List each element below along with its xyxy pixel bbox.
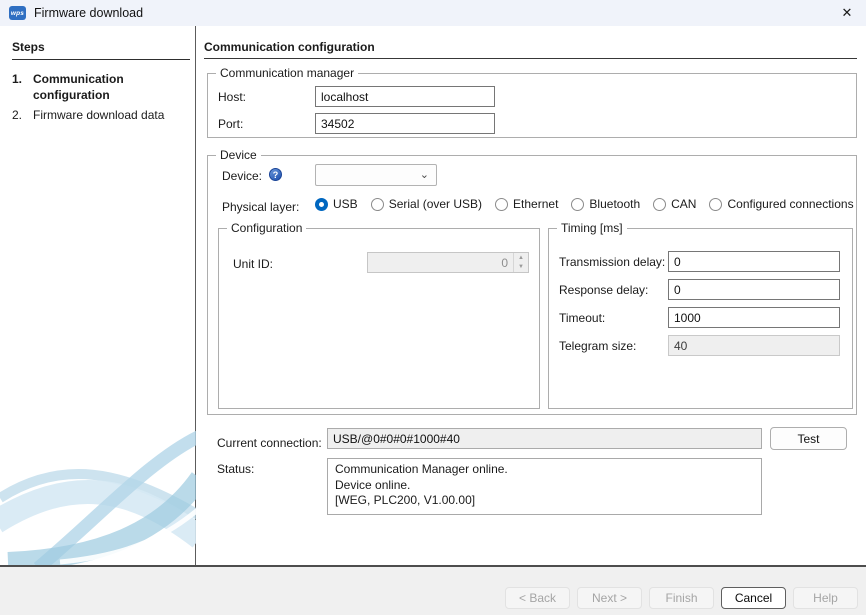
timeout-label: Timeout: — [559, 311, 606, 325]
steps-heading: Steps — [12, 40, 190, 60]
radio-ethernet[interactable]: Ethernet — [495, 197, 558, 211]
steps-list: 1. Communication configuration 2. Firmwa… — [12, 72, 184, 129]
wizard-button-bar: < Back Next > Finish Cancel Help — [0, 565, 866, 615]
radio-circle-icon — [571, 197, 585, 211]
dialog-body: Steps 1. Communication configuration 2. … — [0, 26, 866, 565]
step-number: 2. — [12, 108, 23, 122]
group-legend: Communication manager — [216, 66, 359, 80]
host-label: Host: — [218, 90, 247, 104]
radio-configured-connections[interactable]: Configured connections — [709, 197, 854, 211]
cancel-button[interactable]: Cancel — [721, 587, 786, 609]
finish-button: Finish — [649, 587, 714, 609]
radio-circle-icon — [315, 197, 328, 211]
radio-circle-icon — [495, 197, 509, 211]
firmware-download-dialog: wps Firmware download ✕ Steps 1. Communi… — [0, 0, 866, 615]
status-line: Communication Manager online. — [335, 462, 508, 476]
current-connection-label: Current connection: — [217, 436, 322, 450]
step-label: Communication configuration — [33, 72, 124, 102]
current-connection-value — [327, 428, 762, 449]
radio-circle-icon — [709, 197, 723, 211]
telegram-size-label: Telegram size: — [559, 339, 637, 353]
steps-sidebar: Steps 1. Communication configuration 2. … — [0, 26, 196, 565]
radio-serial-over-usb[interactable]: Serial (over USB) — [370, 197, 483, 211]
spin-buttons: ▲ ▼ — [513, 253, 528, 272]
radio-label: Serial (over USB) — [388, 197, 483, 211]
wps-app-icon: wps — [9, 6, 26, 20]
group-legend: Device — [216, 148, 261, 162]
status-box: Communication Manager online. Device onl… — [327, 458, 762, 515]
physical-layer-label: Physical layer: — [222, 200, 300, 214]
radio-label: USB — [333, 197, 358, 211]
step-number: 1. — [12, 72, 23, 86]
radio-label: Bluetooth — [589, 197, 641, 211]
response-delay-label: Response delay: — [559, 283, 649, 297]
unit-id-stepper: 0 ▲ ▼ — [367, 252, 529, 273]
transmission-delay-input[interactable] — [668, 251, 840, 272]
unit-id-value: 0 — [501, 255, 508, 270]
radio-circle-icon — [370, 197, 384, 211]
title-bar: wps Firmware download ✕ — [0, 0, 866, 26]
unit-id-label: Unit ID: — [233, 257, 274, 271]
chevron-down-icon: ⌄ — [419, 169, 429, 181]
device-group: Device Device: ? ⌄ Physical layer: USB S… — [207, 148, 857, 415]
timing-group: Timing [ms] Transmission delay: Response… — [548, 221, 853, 409]
spin-down-icon: ▼ — [518, 264, 524, 271]
window-title: Firmware download — [34, 6, 144, 20]
radio-label: Configured connections — [727, 197, 854, 211]
step-item-communication-configuration: 1. Communication configuration — [12, 72, 184, 103]
main-panel: Communication configuration Communicatio… — [196, 26, 866, 565]
device-label: Device: — [222, 169, 263, 183]
close-icon[interactable]: ✕ — [837, 3, 857, 23]
help-icon[interactable]: ? — [269, 168, 282, 181]
radio-label: CAN — [671, 197, 697, 211]
spin-up-icon: ▲ — [518, 254, 524, 261]
group-legend: Configuration — [227, 221, 307, 235]
page-title: Communication configuration — [204, 40, 857, 59]
telegram-size-input — [668, 335, 840, 356]
status-label: Status: — [217, 462, 255, 476]
status-line: Device online. — [335, 477, 411, 492]
communication-manager-group: Communication manager Host: Port: — [207, 66, 857, 138]
port-label: Port: — [218, 117, 244, 131]
timeout-input[interactable] — [668, 307, 840, 328]
radio-circle-icon — [653, 197, 667, 211]
status-line: [WEG, PLC200, V1.00.00] — [335, 493, 476, 507]
configuration-group: Configuration Unit ID: 0 ▲ ▼ — [218, 221, 540, 409]
help-button: Help — [793, 587, 858, 609]
transmission-delay-label: Transmission delay: — [559, 255, 666, 269]
response-delay-input[interactable] — [668, 279, 840, 300]
test-button[interactable]: Test — [770, 427, 847, 450]
radio-usb[interactable]: USB — [315, 197, 358, 211]
radio-bluetooth[interactable]: Bluetooth — [571, 197, 640, 211]
device-select[interactable]: ⌄ — [315, 164, 437, 186]
back-button: < Back — [505, 587, 570, 609]
next-button: Next > — [577, 587, 642, 609]
decorative-swirl-graphic — [0, 430, 196, 565]
radio-label: Ethernet — [513, 197, 559, 211]
group-legend: Timing [ms] — [557, 221, 627, 235]
physical-layer-options: USB Serial (over USB) Ethernet Bluetooth — [315, 197, 854, 211]
host-input[interactable] — [315, 86, 495, 107]
radio-can[interactable]: CAN — [653, 197, 696, 211]
step-item-firmware-download-data: 2. Firmware download data — [12, 108, 184, 124]
port-input[interactable] — [315, 113, 495, 134]
step-label: Firmware download data — [33, 108, 165, 122]
